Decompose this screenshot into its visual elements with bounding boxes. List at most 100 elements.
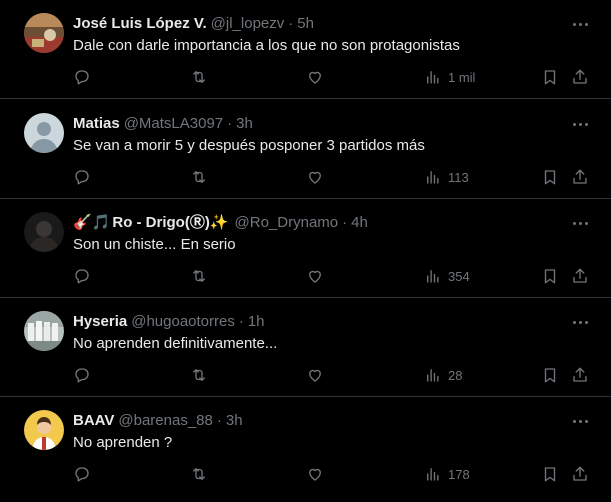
views-icon	[427, 71, 439, 84]
views-count: 354	[448, 268, 470, 284]
reply-icon	[75, 70, 89, 85]
like-button[interactable]	[306, 362, 324, 388]
separator-dot: ·	[216, 412, 222, 429]
action-bar: 28	[0, 362, 611, 388]
guitar-music-emoji: 🎸🎵	[73, 214, 111, 231]
replies-feed: José Luis López V. @jl_lopezv · 5h Dale …	[0, 0, 611, 502]
display-name[interactable]: BAAV	[73, 411, 114, 431]
user-handle[interactable]: @MatsLA3097	[124, 114, 223, 134]
reply-text: No aprenden ?	[73, 434, 173, 451]
action-bar: 178	[0, 461, 611, 487]
views-count: 178	[448, 466, 470, 482]
avatar[interactable]	[24, 311, 64, 351]
retweet-button[interactable]	[190, 64, 208, 90]
share-button[interactable]	[571, 362, 589, 388]
reply-icon	[75, 269, 89, 284]
bookmark-button[interactable]	[541, 461, 559, 487]
like-button[interactable]	[306, 461, 324, 487]
more-icon[interactable]	[569, 411, 591, 431]
avatar[interactable]	[24, 113, 64, 153]
views-button[interactable]: 1 mil	[424, 64, 475, 90]
views-icon	[427, 468, 439, 481]
reply-button[interactable]	[73, 362, 91, 388]
reply-text: Se van a morir 5 y después posponer 3 pa…	[73, 137, 425, 154]
views-icon	[427, 171, 439, 184]
views-count: 28	[448, 367, 463, 383]
bookmark-button[interactable]	[541, 64, 559, 90]
user-handle[interactable]: @barenas_88	[118, 411, 212, 431]
separator-dot: ·	[227, 115, 233, 132]
action-bar: 1 mil	[0, 64, 611, 90]
action-bar: 354	[0, 263, 611, 289]
separator-dot: ·	[238, 313, 244, 330]
retweet-button[interactable]	[190, 164, 208, 190]
timestamp[interactable]: 3h	[226, 411, 243, 431]
like-button[interactable]	[306, 164, 324, 190]
retweet-icon	[193, 171, 205, 183]
bookmark-button[interactable]	[541, 164, 559, 190]
share-icon	[573, 466, 587, 481]
retweet-icon	[193, 270, 205, 282]
views-count: 113	[448, 169, 469, 185]
separator-dot: ·	[342, 214, 348, 231]
reply-button[interactable]	[73, 64, 91, 90]
display-name[interactable]: Hyseria	[73, 312, 127, 332]
more-icon[interactable]	[569, 114, 591, 134]
bookmark-icon	[544, 467, 556, 482]
separator-dot: ·	[288, 15, 294, 32]
reply-button[interactable]	[73, 164, 91, 190]
reply-item[interactable]: José Luis López V. @jl_lopezv · 5h Dale …	[0, 0, 611, 99]
reply-item[interactable]: Hyseria @hugoaotorres · 1h No aprenden d…	[0, 298, 611, 397]
display-name[interactable]: José Luis López V.	[73, 14, 207, 34]
views-button[interactable]: 178	[424, 461, 470, 487]
share-button[interactable]	[571, 64, 589, 90]
like-button[interactable]	[306, 64, 324, 90]
reply-button[interactable]	[73, 461, 91, 487]
bookmark-icon	[544, 269, 556, 284]
timestamp[interactable]: 5h	[297, 14, 314, 34]
retweet-button[interactable]	[190, 461, 208, 487]
user-handle[interactable]: @hugoaotorres	[131, 312, 235, 332]
bookmark-icon	[544, 170, 556, 185]
reply-item[interactable]: BAAV @barenas_88 · 3h No aprenden ? 178	[0, 397, 611, 496]
views-icon	[427, 270, 439, 283]
avatar[interactable]	[24, 13, 64, 53]
timestamp[interactable]: 1h	[248, 312, 265, 332]
bookmark-button[interactable]	[541, 263, 559, 289]
reply-text: No aprenden definitivamente...	[73, 335, 278, 352]
like-button[interactable]	[306, 263, 324, 289]
user-handle[interactable]: @Ro_Drynamo	[235, 213, 339, 233]
timestamp[interactable]: 4h	[351, 213, 368, 233]
like-icon	[309, 270, 321, 283]
timestamp[interactable]: 3h	[236, 114, 253, 134]
avatar[interactable]	[24, 212, 64, 252]
more-icon[interactable]	[569, 312, 591, 332]
share-icon	[573, 169, 587, 184]
more-icon[interactable]	[569, 213, 591, 233]
display-name[interactable]: Ro - Drigo(Ⓡ)	[112, 213, 209, 233]
like-icon	[309, 468, 321, 481]
like-icon	[309, 369, 321, 382]
reply-button[interactable]	[73, 263, 91, 289]
avatar[interactable]	[24, 410, 64, 450]
share-button[interactable]	[571, 263, 589, 289]
user-handle[interactable]: @jl_lopezv	[211, 14, 285, 34]
share-button[interactable]	[571, 461, 589, 487]
bookmark-icon	[544, 368, 556, 383]
reply-item[interactable]: 🎸🎵 Ro - Drigo(Ⓡ) ✨ @Ro_Drynamo · 4h Son …	[0, 199, 611, 298]
views-button[interactable]: 354	[424, 263, 470, 289]
bookmark-button[interactable]	[541, 362, 559, 388]
retweet-icon	[193, 369, 205, 381]
more-icon[interactable]	[569, 14, 591, 34]
views-button[interactable]: 28	[424, 362, 462, 388]
views-icon	[427, 369, 439, 382]
retweet-button[interactable]	[190, 263, 208, 289]
reply-icon	[75, 170, 89, 185]
like-icon	[309, 171, 321, 184]
share-button[interactable]	[571, 164, 589, 190]
share-icon	[573, 268, 587, 283]
reply-item[interactable]: Matias @MatsLA3097 · 3h Se van a morir 5…	[0, 100, 611, 199]
views-button[interactable]: 113	[424, 164, 469, 190]
retweet-button[interactable]	[190, 362, 208, 388]
display-name[interactable]: Matias	[73, 114, 120, 134]
